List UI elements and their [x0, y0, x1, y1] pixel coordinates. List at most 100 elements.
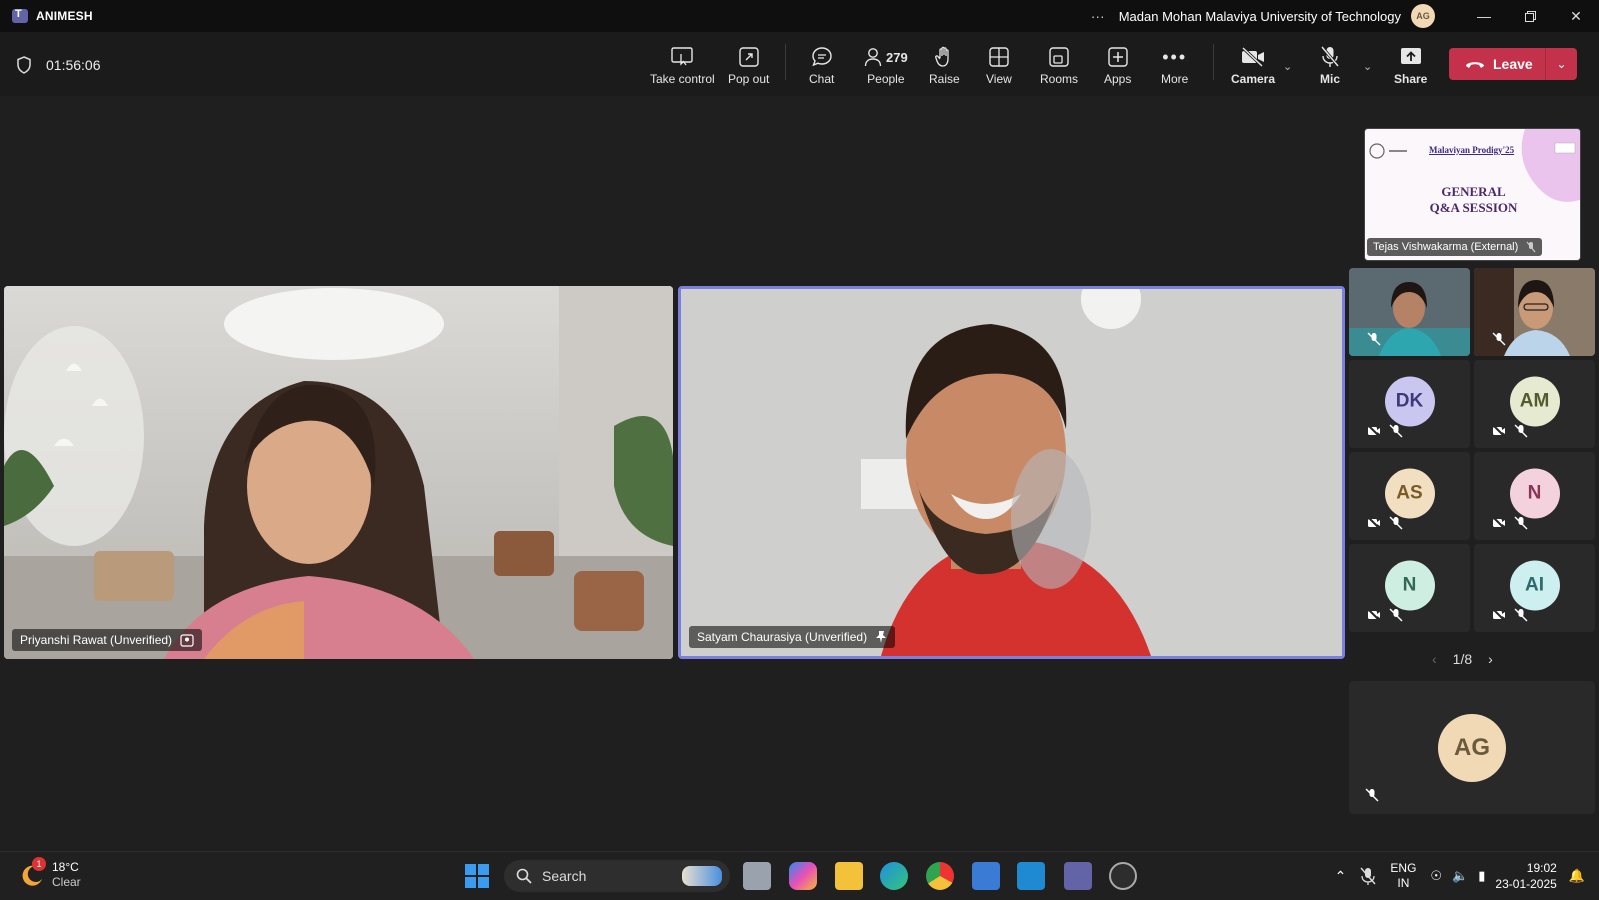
apps-icon [1107, 44, 1128, 70]
weather-description: Clear [52, 875, 81, 889]
participant-video-thumbnail[interactable] [1474, 268, 1595, 356]
show-hidden-icons-chevron-icon[interactable]: ⌃ [1335, 868, 1347, 885]
camera-button[interactable]: Camera [1231, 44, 1275, 94]
taskbar-search[interactable]: Search [504, 860, 730, 892]
meeting-stage: Priyanshi Rawat (Unverified) Satyam Chau… [0, 96, 1599, 848]
more-options-icon[interactable]: ··· [1091, 8, 1105, 24]
gallery-pager: ‹ 1/8 › [1432, 651, 1493, 667]
leave-main[interactable]: Leave [1449, 56, 1545, 72]
teams-taskbar-icon[interactable] [1064, 862, 1092, 890]
mic-off-icon [1492, 332, 1506, 346]
copilot-icon[interactable] [789, 862, 817, 890]
camera-label: Camera [1231, 72, 1276, 86]
search-highlight-icon [682, 866, 722, 886]
weather-moon-icon: 1 [20, 857, 46, 887]
camera-off-icon [1367, 516, 1381, 530]
system-tray: ⌃ ENG IN ☉ 🔈 ▮ 19:02 23-01-2025 🔔 [1335, 852, 1599, 900]
camera-off-icon [1492, 424, 1506, 438]
mic-options-chevron-icon[interactable]: ⌄ [1363, 60, 1372, 73]
next-page-icon[interactable]: › [1488, 651, 1493, 667]
self-avatar: AG [1438, 713, 1506, 782]
more-button[interactable]: ••• More [1161, 44, 1188, 94]
participant-video-satyam[interactable]: Satyam Chaurasiya (Unverified) [678, 286, 1345, 659]
share-label: Share [1394, 72, 1428, 86]
participant-video-feed [681, 289, 1342, 656]
vscode-icon[interactable] [1017, 862, 1045, 890]
participant-tile[interactable]: N [1349, 544, 1470, 632]
windows-taskbar: 1 18°C Clear Search ⌃ ENG IN ☉ 🔈 ▮ 19:02… [0, 851, 1599, 899]
camera-options-chevron-icon[interactable]: ⌄ [1283, 60, 1292, 73]
toolbar-divider [785, 44, 786, 80]
organization-name[interactable]: Madan Mohan Malaviya University of Techn… [1119, 9, 1401, 24]
app-taskbar-icon[interactable] [1109, 862, 1137, 890]
mic-off-icon [1365, 788, 1379, 802]
raise-hand-button[interactable]: Raise [929, 44, 960, 94]
minimize-icon[interactable]: — [1461, 0, 1507, 32]
weather-temperature: 18°C [52, 860, 79, 874]
previous-page-icon[interactable]: ‹ [1432, 651, 1437, 667]
search-placeholder: Search [542, 868, 587, 884]
pop-out-label: Pop out [728, 72, 770, 86]
view-button[interactable]: View [986, 44, 1012, 94]
slide-title-line2: Q&A SESSION [1429, 200, 1518, 215]
wifi-icon[interactable]: ☉ [1430, 868, 1442, 884]
shared-screen-tile[interactable]: Malaviyan Prodigy'25 GENERAL Q&A SESSION… [1364, 128, 1581, 261]
chat-button[interactable]: Chat [809, 44, 834, 94]
notepad-icon[interactable] [972, 862, 1000, 890]
battery-icon[interactable]: ▮ [1478, 868, 1485, 884]
apps-label: Apps [1104, 72, 1132, 86]
hang-up-icon [1466, 62, 1484, 68]
file-explorer-icon[interactable] [835, 862, 863, 890]
mic-off-icon [1514, 516, 1528, 530]
close-icon[interactable]: ✕ [1553, 0, 1599, 32]
pop-out-button[interactable]: Pop out [728, 44, 769, 94]
participant-tile[interactable]: N [1474, 452, 1595, 540]
chrome-browser-icon[interactable] [926, 862, 954, 890]
participant-name: Satyam Chaurasiya (Unverified) [697, 630, 868, 644]
participant-tile[interactable]: AM [1474, 360, 1595, 448]
participant-video-priyanshi[interactable]: Priyanshi Rawat (Unverified) [4, 286, 673, 659]
more-dots-icon: ••• [1162, 46, 1188, 67]
leave-options-chevron-icon[interactable]: ⌄ [1546, 57, 1577, 71]
participant-tile[interactable]: AI [1474, 544, 1595, 632]
start-button[interactable] [463, 862, 491, 890]
people-button[interactable]: 279 People [864, 44, 908, 94]
restore-icon[interactable] [1507, 0, 1553, 32]
take-control-button[interactable]: Take control [650, 44, 715, 94]
apps-button[interactable]: Apps [1104, 44, 1131, 94]
mic-muted-tray-icon[interactable] [1360, 867, 1376, 885]
app-name: ANIMESH [36, 9, 93, 23]
participant-tile[interactable]: DK [1349, 360, 1470, 448]
share-button[interactable]: Share [1394, 44, 1427, 94]
language-line1: ENG [1390, 861, 1417, 875]
camera-off-icon [1492, 608, 1506, 622]
participant-video-thumbnail[interactable] [1349, 268, 1470, 356]
participant-tile[interactable]: AS [1349, 452, 1470, 540]
task-view-icon[interactable] [743, 862, 771, 890]
leave-button[interactable]: Leave ⌄ [1449, 48, 1577, 80]
search-icon [516, 868, 532, 884]
take-control-label: Take control [650, 72, 715, 86]
participant-avatar: N [1384, 560, 1435, 611]
participant-name: Priyanshi Rawat (Unverified) [20, 633, 173, 647]
self-view-tile[interactable]: AG [1349, 681, 1595, 814]
volume-icon[interactable]: 🔈 [1452, 868, 1468, 884]
more-label: More [1161, 72, 1189, 86]
rooms-button[interactable]: Rooms [1040, 44, 1078, 94]
taskbar-clock[interactable]: 19:02 23-01-2025 [1495, 860, 1556, 892]
mic-off-icon [1389, 424, 1403, 438]
profile-avatar[interactable]: AG [1411, 4, 1435, 28]
mic-button[interactable]: Mic [1320, 44, 1340, 94]
notification-bell-icon[interactable]: 🔔 [1569, 868, 1585, 884]
language-indicator[interactable]: ENG IN [1390, 861, 1416, 891]
mic-off-icon [1389, 516, 1403, 530]
rooms-label: Rooms [1040, 72, 1079, 86]
participant-avatar: AI [1509, 560, 1560, 611]
camera-off-icon [1241, 44, 1265, 70]
mic-off-icon [1367, 332, 1381, 346]
camera-off-icon [1492, 516, 1506, 530]
language-line2: IN [1397, 876, 1410, 890]
edge-browser-icon[interactable] [880, 862, 908, 890]
presenter-nametag: Tejas Vishwakarma (External) [1367, 238, 1543, 256]
weather-widget[interactable]: 1 18°C Clear [20, 857, 81, 890]
